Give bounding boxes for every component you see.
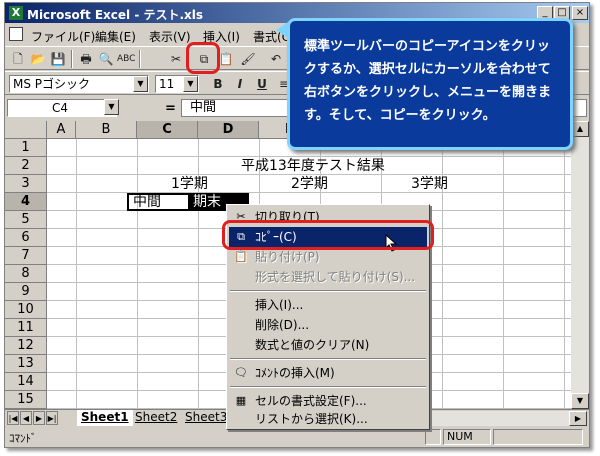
menu-item-format-cells[interactable]: ▦ セルの書式設定(F)...	[229, 391, 427, 411]
excel-app-icon[interactable]: X	[9, 6, 23, 20]
cell-d4[interactable]: 期末	[193, 193, 221, 211]
row-header-8[interactable]: 8	[5, 265, 47, 283]
name-box-value: C4	[52, 101, 69, 115]
menu-item-paste-special-label: 形式を選択して貼り付け(S)...	[255, 270, 416, 284]
spell-check-icon[interactable]: ABC	[117, 50, 135, 68]
underline-button[interactable]: U	[253, 75, 271, 93]
row-header-9[interactable]: 9	[5, 283, 47, 301]
cell-e2[interactable]: 平成13年度テスト結果	[241, 157, 385, 175]
paste-icon: 📋	[234, 250, 248, 263]
row-header-15[interactable]: 15	[5, 391, 47, 409]
row-header-7[interactable]: 7	[5, 247, 47, 265]
scroll-right-icon[interactable]: ▶	[569, 411, 587, 426]
status-bar: ｺﾏﾝﾄﾞ NUM	[5, 427, 589, 447]
prev-sheet-icon[interactable]: ◀	[20, 411, 32, 425]
undo-icon[interactable]: ↶	[267, 50, 285, 68]
open-icon[interactable]: 📂	[29, 50, 47, 68]
menu-item-comment[interactable]: 🗨 ｺﾒﾝﾄの挿入(M)	[229, 363, 427, 383]
menu-edit[interactable]: 編集(E)	[95, 28, 136, 45]
font-size-select[interactable]: 11 ▼	[155, 75, 199, 93]
cut-icon[interactable]: ✂	[167, 50, 185, 68]
next-sheet-icon[interactable]: ▶	[33, 411, 45, 425]
cell-c3[interactable]: 1学期	[171, 175, 208, 193]
menu-item-delete[interactable]: 削除(D)...	[229, 315, 427, 335]
column-header-c[interactable]: C	[137, 121, 198, 139]
tab-sheet3[interactable]: Sheet3	[181, 410, 231, 426]
row-header-11[interactable]: 11	[5, 319, 47, 337]
row-header-12[interactable]: 12	[5, 337, 47, 355]
print-preview-icon[interactable]: 🔍	[97, 50, 115, 68]
instruction-callout: 標準ツールバーのコピーアイコンをクリックするか、選択セルにカーソルを合わせて右ボ…	[287, 18, 573, 150]
tab-sheet1[interactable]: Sheet1	[77, 410, 133, 426]
column-header-a[interactable]: A	[47, 121, 76, 139]
window-title: Microsoft Excel - テスト.xls	[27, 8, 204, 22]
format-cells-icon: ▦	[235, 394, 247, 407]
menu-item-insert[interactable]: 挿入(I)...	[229, 295, 427, 315]
menu-item-paste-label: 貼り付け(P)	[255, 250, 320, 264]
italic-button[interactable]: I	[231, 75, 249, 93]
document-icon[interactable]	[9, 27, 23, 41]
scroll-up-icon[interactable]: ▲	[571, 121, 589, 137]
row-header-4[interactable]: 4	[5, 193, 47, 211]
chevron-down-icon[interactable]: ▼	[104, 99, 119, 115]
save-icon[interactable]: 💾	[49, 50, 67, 68]
select-all-corner[interactable]	[5, 121, 47, 139]
row-header-1[interactable]: 1	[5, 139, 47, 157]
cell-g3[interactable]: 3学期	[411, 175, 448, 193]
row-header-13[interactable]: 13	[5, 355, 47, 373]
cell-c4[interactable]: 中間	[133, 193, 161, 211]
menu-item-comment-label: ｺﾒﾝﾄの挿入(M)	[255, 366, 335, 380]
name-box-dropdown[interactable]: ▼	[101, 99, 119, 117]
status-mode: ｺﾏﾝﾄﾞ	[9, 432, 37, 445]
menu-file[interactable]: ファイル(F)	[31, 28, 95, 45]
row-header-14[interactable]: 14	[5, 373, 47, 391]
menu-item-insert-label: 挿入(I)...	[255, 298, 304, 312]
font-name-value: MS Pゴシック	[13, 77, 91, 91]
last-sheet-icon[interactable]: ▶|	[46, 411, 58, 425]
print-icon[interactable]: 🖶	[77, 50, 95, 68]
first-sheet-icon[interactable]: |◀	[7, 411, 19, 425]
format-painter-icon[interactable]: 🖌	[239, 50, 257, 68]
new-icon[interactable]: 🗋	[9, 50, 27, 68]
menu-item-pick-list[interactable]: リストから選択(K)...	[229, 409, 427, 429]
row-header-5[interactable]: 5	[5, 211, 47, 229]
cell-e3[interactable]: 2学期	[291, 175, 328, 193]
scroll-down-icon[interactable]: ▼	[571, 393, 589, 409]
column-header-b[interactable]: B	[76, 121, 137, 139]
row-header-2[interactable]: 2	[5, 157, 47, 175]
row-header-6[interactable]: 6	[5, 229, 47, 247]
menu-item-format-cells-label: セルの書式設定(F)...	[255, 394, 367, 408]
vertical-scrollbar[interactable]: ▲ ▼	[571, 121, 589, 409]
tab-sheet2[interactable]: Sheet2	[131, 410, 181, 426]
menu-view[interactable]: 表示(V)	[149, 28, 191, 45]
close-button[interactable]: ×	[572, 6, 588, 20]
font-size-value: 11	[159, 77, 175, 91]
menu-item-delete-label: 削除(D)...	[255, 318, 310, 332]
menu-item-paste-special[interactable]: 形式を選択して貼り付け(S)...	[229, 267, 427, 287]
copy-icon-highlight	[186, 42, 220, 74]
row-header-3[interactable]: 3	[5, 175, 47, 193]
menu-item-clear-label: 数式と値のクリア(N)	[255, 338, 370, 352]
font-name-select[interactable]: MS Pゴシック ▼	[9, 75, 149, 93]
menu-item-clear[interactable]: 数式と値のクリア(N)	[229, 335, 427, 355]
column-header-d[interactable]: D	[198, 121, 259, 139]
comment-icon: 🗨	[234, 366, 248, 379]
copy-menu-highlight	[222, 220, 434, 250]
bold-button[interactable]: B	[209, 75, 227, 93]
chevron-down-icon[interactable]: ▼	[133, 76, 148, 92]
status-num: NUM	[443, 429, 491, 445]
row-header-10[interactable]: 10	[5, 301, 47, 319]
menu-item-pick-list-label: リストから選択(K)...	[255, 412, 368, 426]
formula-equals: =	[165, 101, 176, 116]
callout-text: 標準ツールバーのコピーアイコンをクリックするか、選択セルにカーソルを合わせて右ボ…	[304, 39, 552, 123]
chevron-down-icon[interactable]: ▼	[183, 76, 198, 92]
